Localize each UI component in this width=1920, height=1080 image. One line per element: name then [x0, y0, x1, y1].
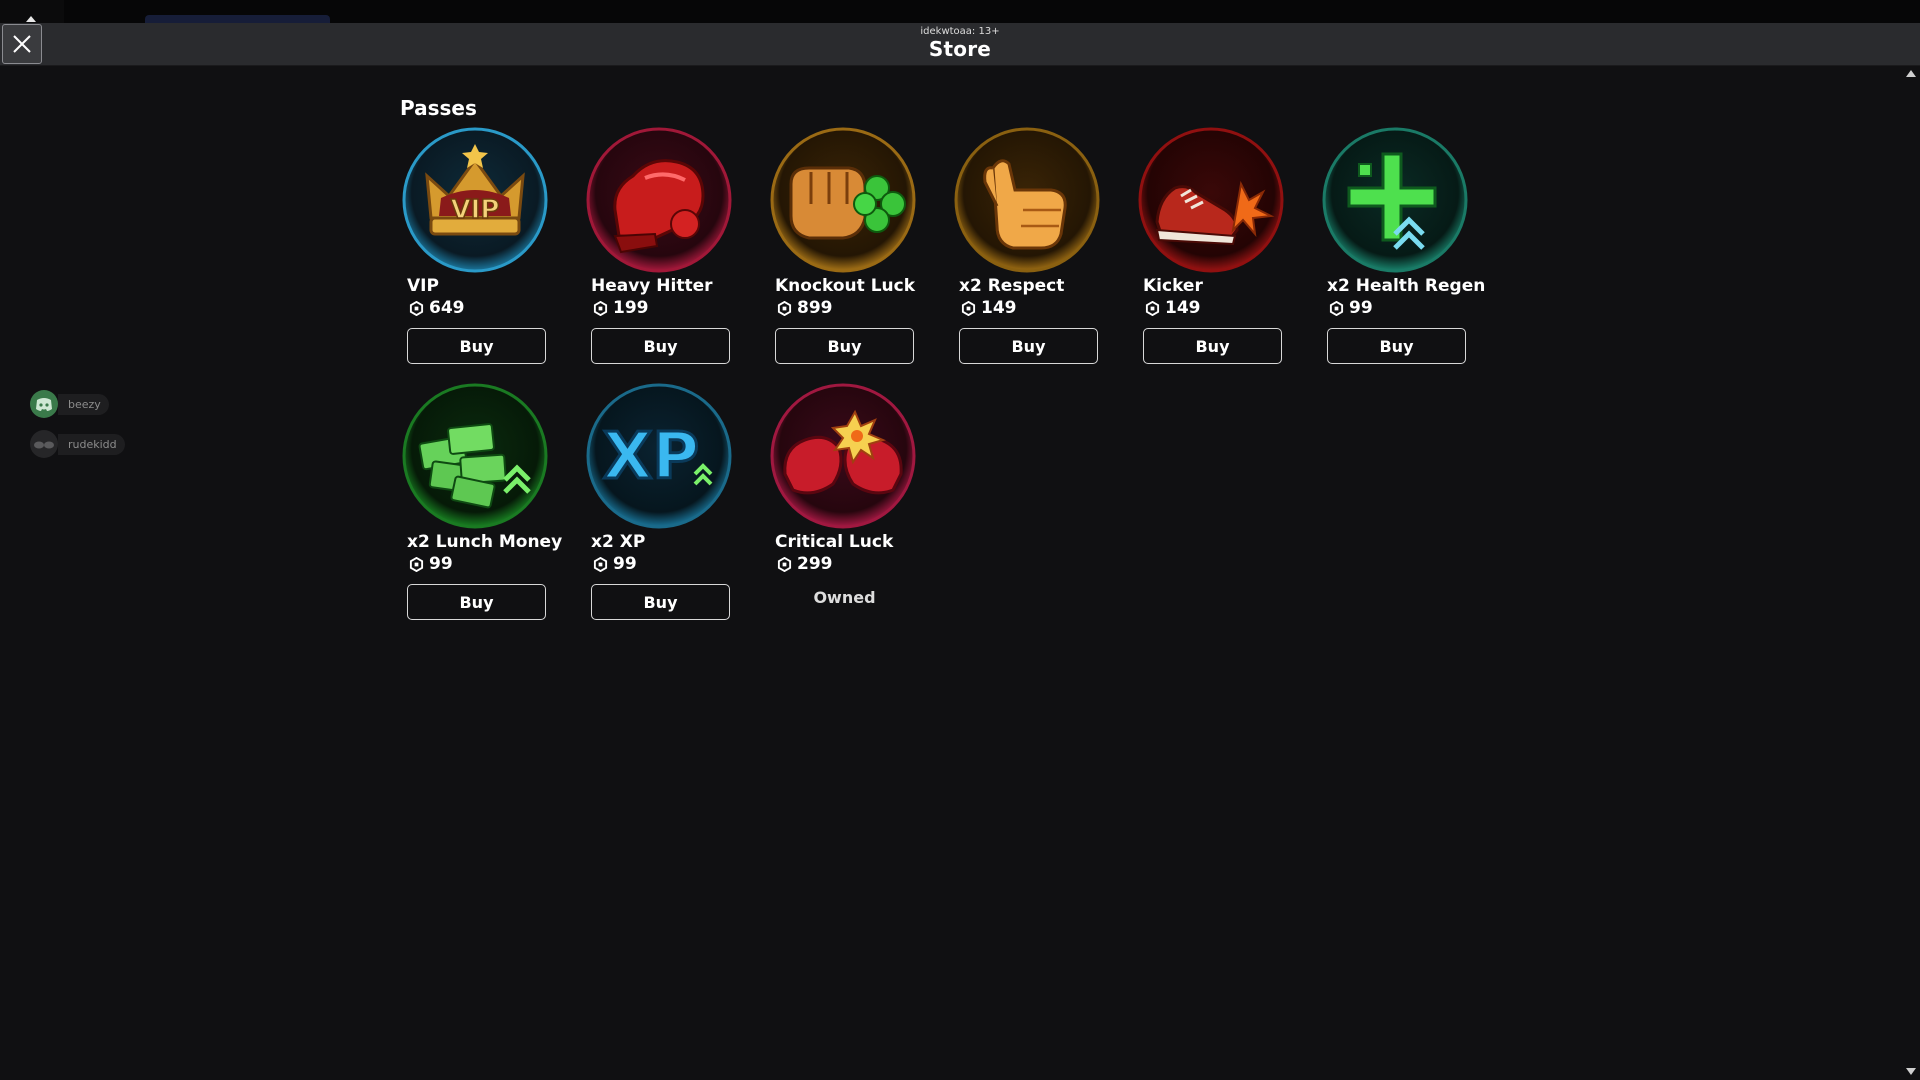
vip-crown-icon: VIP	[401, 126, 549, 274]
price-value: 299	[797, 554, 833, 574]
window-title: Store	[928, 37, 992, 61]
price: 99	[1329, 298, 1373, 318]
robux-icon	[961, 300, 976, 316]
price: 299	[777, 554, 833, 574]
buy-button[interactable]: Buy	[591, 584, 730, 620]
pass-name: x2 XP	[591, 532, 646, 552]
price-value: 99	[613, 554, 637, 574]
pass-card-critical-luck: Critical Luck 299 Owned	[768, 382, 918, 642]
robux-icon	[777, 300, 792, 316]
robux-icon	[593, 300, 608, 316]
price: 899	[777, 298, 833, 318]
robux-icon	[777, 556, 792, 572]
pass-name: x2 Lunch Money	[407, 532, 563, 552]
pass-name: Kicker	[1143, 276, 1203, 296]
buy-button[interactable]: Buy	[775, 328, 914, 364]
robux-icon	[1145, 300, 1160, 316]
pass-card-x2-respect: x2 Respect 149 Buy	[952, 126, 1102, 386]
pass-card-x2-health-regen: x2 Health Regen 99 Buy	[1320, 126, 1485, 386]
buy-button[interactable]: Buy	[959, 328, 1098, 364]
robux-icon	[409, 556, 424, 572]
price: 149	[1145, 298, 1201, 318]
price: 149	[961, 298, 1017, 318]
price: 649	[409, 298, 465, 318]
price-value: 99	[1349, 298, 1373, 318]
buy-button[interactable]: Buy	[1143, 328, 1282, 364]
price-value: 899	[797, 298, 833, 318]
store-title-bar: idekwtoaa: 13+ Store	[0, 23, 1920, 66]
health-cross-icon	[1321, 126, 1469, 274]
sneaker-icon	[1137, 126, 1285, 274]
scrollbar[interactable]	[1906, 66, 1920, 1080]
discord-avatar-icon	[30, 390, 58, 418]
pass-card-x2-xp: XP x2 XP 99 Buy	[584, 382, 734, 642]
pass-card-vip: VIP VIP 649 Buy	[400, 126, 550, 386]
pass-card-heavy-hitter: Heavy Hitter 199 Buy	[584, 126, 734, 386]
thumbs-up-icon	[953, 126, 1101, 274]
pass-name: Knockout Luck	[775, 276, 916, 296]
pass-name: Critical Luck	[775, 532, 894, 552]
robux-icon	[593, 556, 608, 572]
pass-name: x2 Respect	[959, 276, 1065, 296]
critical-gloves-icon	[769, 382, 917, 530]
pass-card-knockout-luck: Knockout Luck 899 Buy	[768, 126, 918, 386]
svg-text:VIP: VIP	[451, 195, 500, 225]
caret-up-icon[interactable]	[26, 16, 36, 22]
price-value: 99	[429, 554, 453, 574]
buy-button[interactable]: Buy	[591, 328, 730, 364]
price: 99	[593, 554, 637, 574]
top-strip	[0, 0, 1920, 24]
window-subtitle: idekwtoaa: 13+	[920, 26, 1000, 37]
player-name: rudekidd	[58, 433, 125, 455]
price-value: 149	[981, 298, 1017, 318]
player-rudekidd[interactable]: rudekidd	[28, 429, 125, 459]
svg-text:XP: XP	[603, 420, 699, 494]
section-title: Passes	[400, 96, 477, 120]
buy-button[interactable]: Buy	[407, 328, 546, 364]
player-beezy[interactable]: beezy	[28, 389, 109, 419]
robux-icon	[409, 300, 424, 316]
fist-clover-icon	[769, 126, 917, 274]
buy-button[interactable]: Buy	[1327, 328, 1466, 364]
pass-card-kicker: Kicker 149 Buy	[1136, 126, 1286, 386]
price: 99	[409, 554, 453, 574]
price-value: 649	[429, 298, 465, 318]
pass-name: x2 Health Regen	[1327, 276, 1486, 296]
pass-card-x2-lunch-money: x2 Lunch Money 99 Buy	[400, 382, 562, 642]
money-stack-icon	[401, 382, 549, 530]
owned-label: Owned	[813, 588, 876, 607]
player-name: beezy	[58, 393, 109, 415]
buy-button[interactable]: Buy	[407, 584, 546, 620]
pass-name: Heavy Hitter	[591, 276, 713, 296]
scroll-up-icon[interactable]	[1906, 70, 1916, 77]
pass-name: VIP	[407, 276, 439, 296]
xp-icon: XP	[585, 382, 733, 530]
price-value: 199	[613, 298, 649, 318]
scroll-down-icon[interactable]	[1906, 1068, 1916, 1075]
price: 199	[593, 298, 649, 318]
avatar-icon	[30, 430, 58, 458]
price-value: 149	[1165, 298, 1201, 318]
boxing-glove-icon	[585, 126, 733, 274]
robux-icon	[1329, 300, 1344, 316]
